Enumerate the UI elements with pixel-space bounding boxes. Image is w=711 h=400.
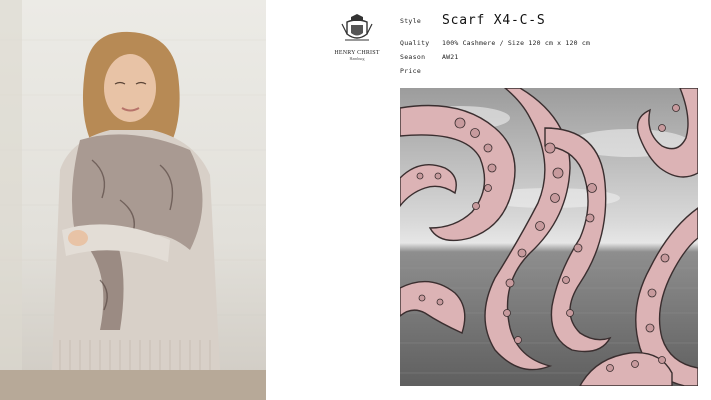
scarf-print — [400, 88, 698, 386]
price-label: Price — [400, 67, 422, 75]
model-illustration — [0, 0, 266, 400]
brand-logo: HENRY CHRIST Hamburg — [330, 12, 384, 61]
octopus-print-illustration — [400, 88, 698, 386]
quality-value: 100% Cashmere / Size 120 cm x 120 cm — [442, 39, 591, 47]
season-value: AW21 — [442, 53, 459, 61]
style-value: Scarf X4-C-S — [442, 13, 546, 28]
model-photo — [0, 0, 266, 400]
season-label: Season — [400, 53, 426, 61]
crest-icon — [341, 14, 373, 41]
style-label: Style — [400, 17, 422, 25]
quality-label: Quality — [400, 39, 430, 47]
brand-city: Hamburg — [349, 56, 365, 61]
